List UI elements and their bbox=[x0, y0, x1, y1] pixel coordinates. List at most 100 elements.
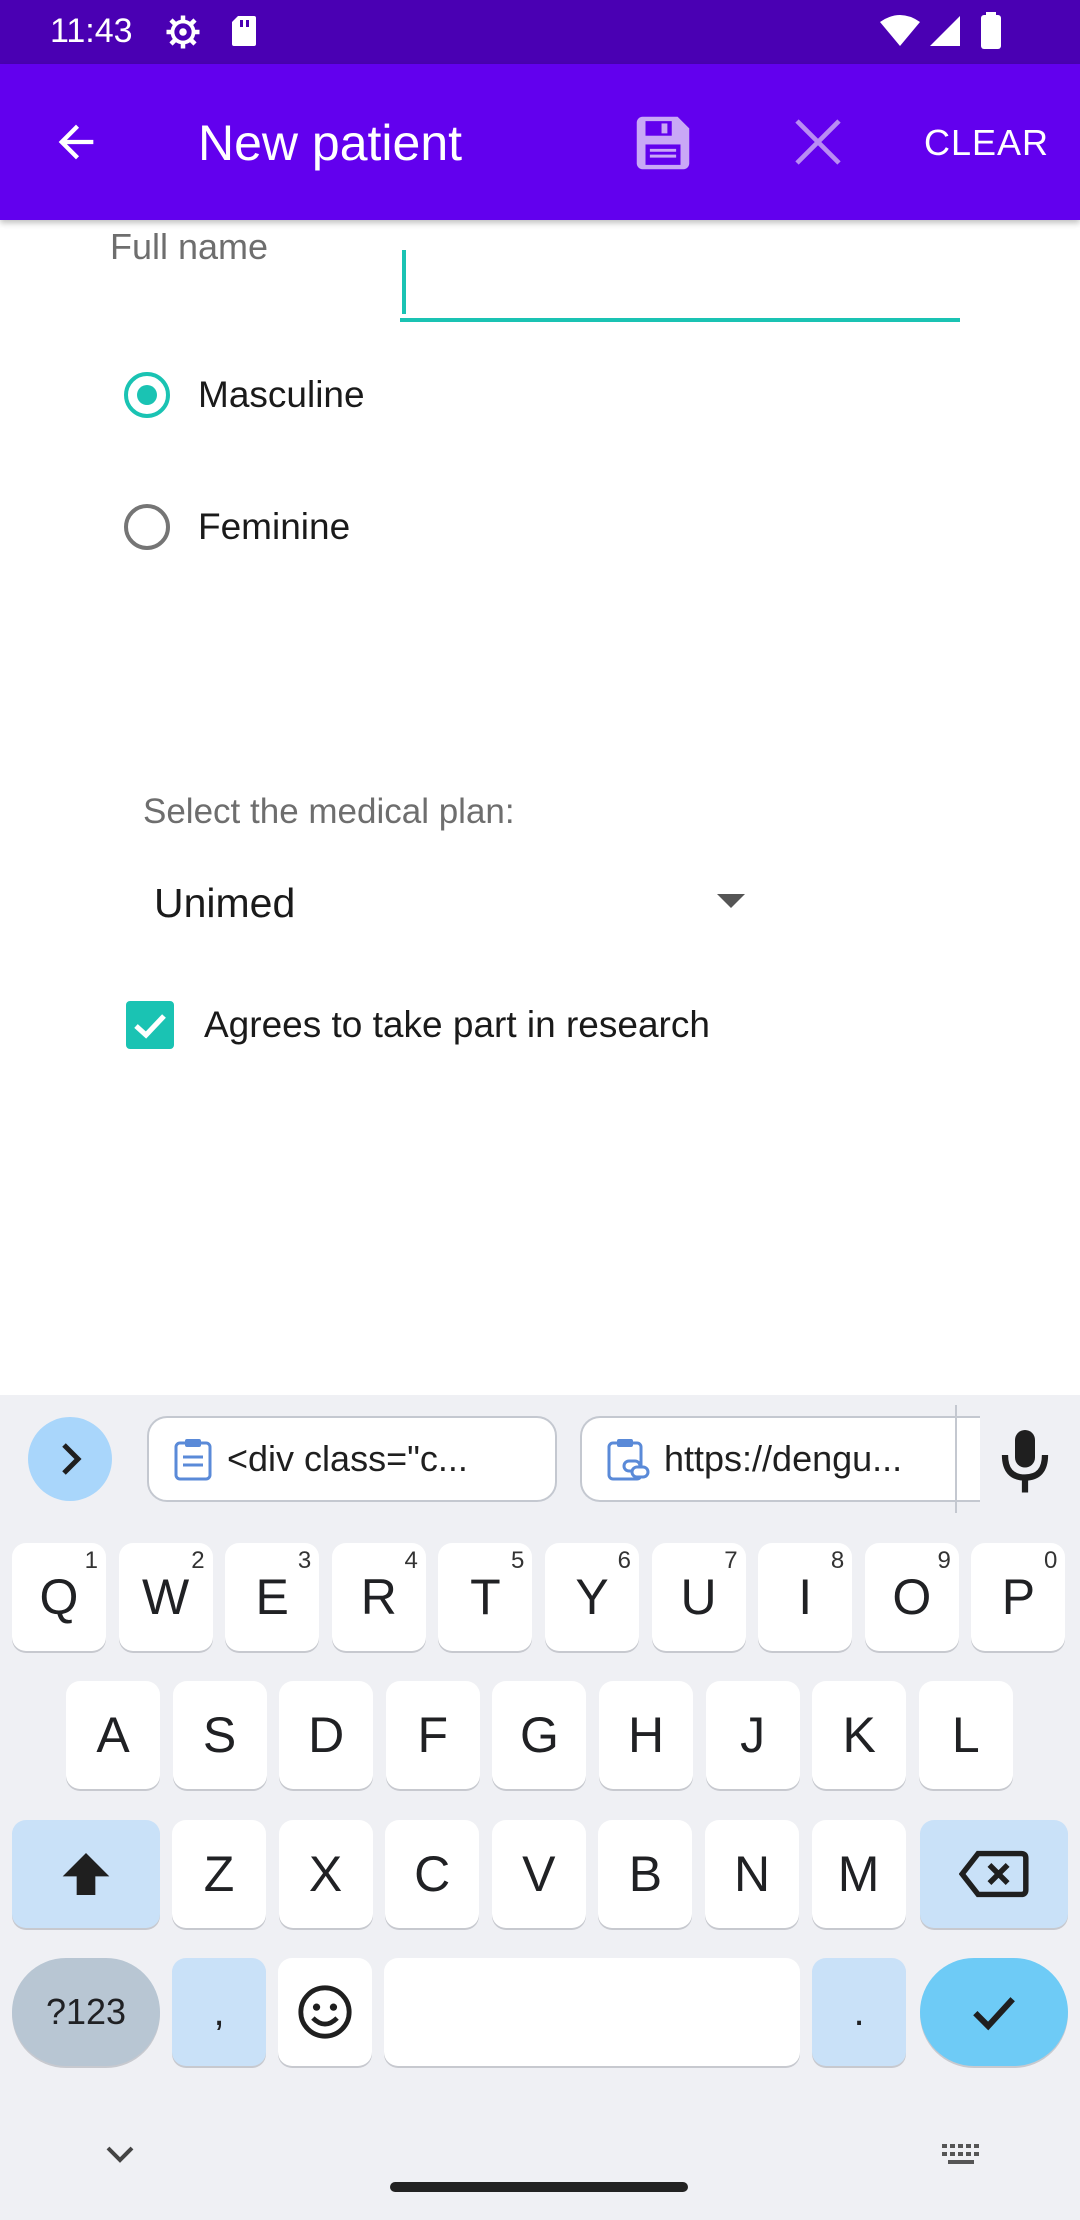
radio-masculine[interactable]: Masculine bbox=[124, 360, 365, 430]
key-j[interactable]: J bbox=[705, 1681, 800, 1789]
radio-unselected-icon[interactable] bbox=[124, 504, 170, 550]
soft-keyboard bbox=[0, 1395, 1080, 2220]
text-cursor bbox=[402, 250, 406, 314]
key-v[interactable]: V bbox=[491, 1820, 586, 1928]
keyboard-switch-icon[interactable] bbox=[940, 2138, 984, 2174]
radio-label-feminine: Feminine bbox=[198, 506, 351, 547]
close-icon[interactable] bbox=[790, 114, 846, 170]
key-y[interactable]: Y6 bbox=[545, 1543, 639, 1651]
key-label: O bbox=[892, 1569, 932, 1625]
settings-gear-icon bbox=[166, 15, 200, 49]
clipboard-link-icon bbox=[607, 1439, 650, 1481]
key-label: Y bbox=[575, 1569, 609, 1625]
key-a[interactable]: A bbox=[66, 1681, 160, 1789]
clipboard-chip-1[interactable]: <div class="c... bbox=[147, 1416, 557, 1502]
checkmark-icon bbox=[973, 1997, 1015, 2031]
key-hint: 4 bbox=[404, 1547, 418, 1574]
key-u[interactable]: U7 bbox=[651, 1543, 746, 1651]
key-label: U bbox=[680, 1569, 717, 1625]
key-p[interactable]: P0 bbox=[971, 1543, 1066, 1651]
key-c[interactable]: C bbox=[385, 1820, 480, 1928]
space-key[interactable] bbox=[384, 1958, 800, 2066]
status-bar: 11:43 bbox=[0, 0, 1080, 64]
key-hint: 3 bbox=[297, 1547, 312, 1574]
key-hint: 9 bbox=[937, 1547, 951, 1574]
key-hint: 0 bbox=[1044, 1547, 1058, 1574]
key-t[interactable]: T5 bbox=[438, 1543, 533, 1651]
checkbox-checked-icon[interactable] bbox=[126, 1001, 174, 1049]
key-label: G bbox=[519, 1707, 559, 1763]
clear-button[interactable]: CLEAR bbox=[924, 122, 1049, 164]
medical-plan-label: Select the medical plan: bbox=[143, 792, 515, 831]
key-l[interactable]: L bbox=[918, 1681, 1013, 1789]
key-label: D bbox=[308, 1707, 345, 1763]
radio-feminine[interactable]: Feminine bbox=[124, 492, 350, 562]
key-z[interactable]: Z bbox=[172, 1820, 266, 1928]
key-label: W bbox=[141, 1569, 190, 1625]
microphone-icon[interactable] bbox=[995, 1425, 1055, 1495]
backspace-key[interactable] bbox=[920, 1820, 1068, 1928]
key-s[interactable]: S bbox=[172, 1681, 267, 1789]
key-d[interactable]: D bbox=[279, 1681, 374, 1789]
key-label: R bbox=[360, 1569, 397, 1625]
keyboard-expand-button[interactable] bbox=[28, 1417, 112, 1501]
back-arrow-icon[interactable] bbox=[50, 116, 102, 168]
key-label: X bbox=[308, 1846, 343, 1902]
key-w[interactable]: W2 bbox=[118, 1543, 213, 1651]
enter-key[interactable] bbox=[920, 1958, 1068, 2066]
shift-key[interactable] bbox=[12, 1820, 160, 1928]
key-m[interactable]: M bbox=[811, 1820, 906, 1928]
save-icon[interactable] bbox=[628, 108, 698, 178]
radio-label-masculine: Masculine bbox=[198, 374, 365, 415]
key-n[interactable]: N bbox=[705, 1820, 799, 1928]
key-label: H bbox=[627, 1707, 665, 1763]
radio-selected-icon[interactable] bbox=[124, 372, 170, 418]
wifi-icon bbox=[880, 15, 920, 46]
research-label: Agrees to take part in research bbox=[204, 1004, 710, 1045]
key-e[interactable]: E3 bbox=[225, 1543, 320, 1651]
period-key[interactable]: . bbox=[812, 1958, 906, 2066]
clipboard-icon bbox=[174, 1439, 212, 1481]
key-hint: 5 bbox=[511, 1547, 525, 1574]
shift-arrow-icon bbox=[62, 1853, 110, 1895]
key-label: S bbox=[202, 1707, 237, 1763]
key-label: B bbox=[628, 1846, 663, 1902]
clipboard-text-1: <div class="c... bbox=[227, 1438, 468, 1479]
key-label: C bbox=[414, 1846, 451, 1902]
clipboard-divider bbox=[955, 1405, 957, 1513]
research-checkbox-row[interactable]: Agrees to take part in research bbox=[126, 990, 710, 1060]
sd-card-icon bbox=[232, 16, 256, 46]
key-i[interactable]: I8 bbox=[758, 1543, 853, 1651]
key-label: V bbox=[522, 1846, 556, 1902]
home-indicator[interactable] bbox=[390, 2182, 688, 2192]
key-label: Z bbox=[203, 1846, 235, 1902]
symbols-key[interactable]: ?123 bbox=[12, 1958, 160, 2066]
key-label: P bbox=[1001, 1569, 1036, 1625]
medical-plan-dropdown[interactable]: Unimed bbox=[154, 870, 754, 940]
key-label: E bbox=[255, 1569, 289, 1625]
backspace-icon bbox=[959, 1850, 1029, 1898]
key-o[interactable]: O9 bbox=[864, 1543, 959, 1651]
comma-key[interactable]: , bbox=[172, 1958, 266, 2066]
medical-plan-value: Unimed bbox=[154, 880, 296, 926]
key-label: K bbox=[842, 1707, 876, 1763]
key-label: L bbox=[951, 1707, 980, 1763]
dropdown-arrow-icon bbox=[717, 894, 745, 908]
clipboard-chip-2[interactable]: https://dengu... bbox=[580, 1416, 980, 1502]
key-label: N bbox=[733, 1846, 771, 1902]
key-h[interactable]: H bbox=[599, 1681, 693, 1789]
full-name-input[interactable] bbox=[400, 244, 960, 322]
chevron-down-icon[interactable] bbox=[98, 2140, 142, 2170]
key-label: I bbox=[798, 1569, 813, 1625]
key-f[interactable]: F bbox=[385, 1681, 480, 1789]
key-r[interactable]: R4 bbox=[331, 1543, 426, 1651]
chevron-right-icon bbox=[62, 1443, 82, 1475]
battery-icon bbox=[981, 12, 1001, 49]
key-hint: 6 bbox=[617, 1547, 631, 1574]
key-k[interactable]: K bbox=[812, 1681, 907, 1789]
key-x[interactable]: X bbox=[278, 1820, 373, 1928]
emoji-key[interactable] bbox=[278, 1958, 372, 2066]
key-g[interactable]: G bbox=[492, 1681, 587, 1789]
key-q[interactable]: Q1 bbox=[12, 1543, 106, 1651]
key-b[interactable]: B bbox=[598, 1820, 693, 1928]
